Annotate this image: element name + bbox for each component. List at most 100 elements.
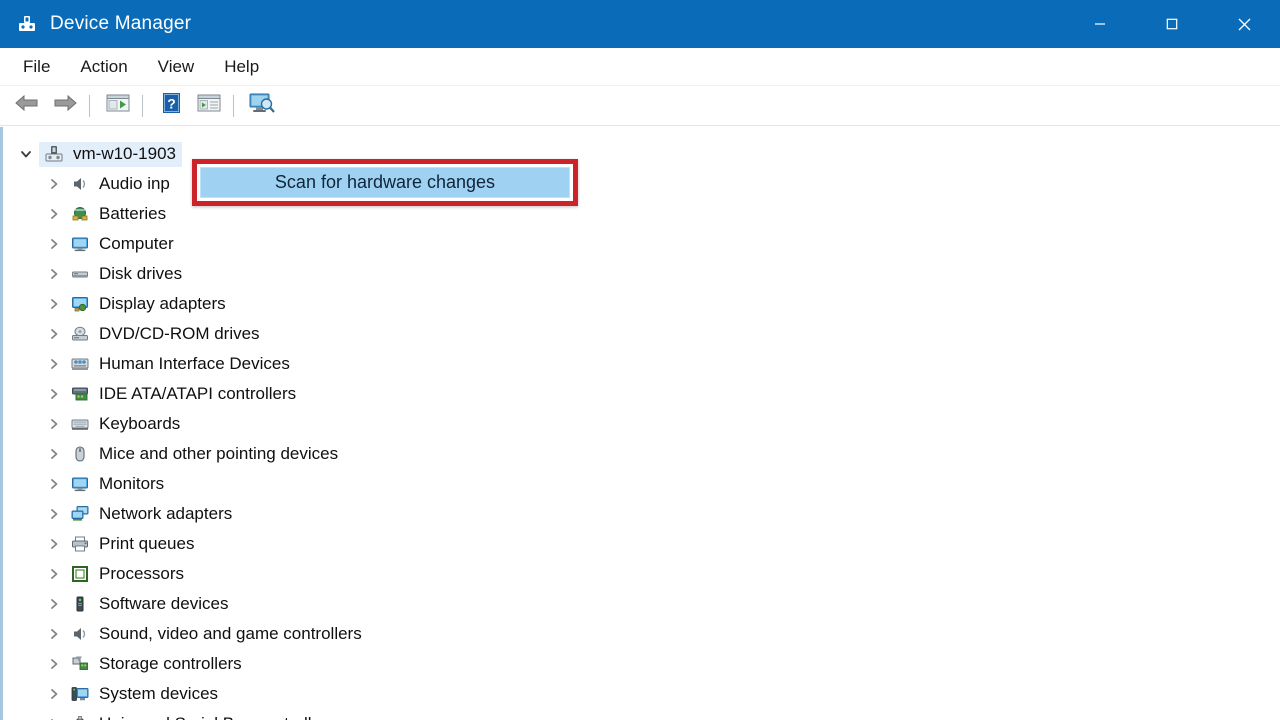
tree-item-sound-video-and-game-controllers[interactable]: Sound, video and game controllers xyxy=(3,619,1280,649)
ide-controller-icon xyxy=(67,385,93,403)
context-menu-highlight: Scan for hardware changes xyxy=(192,159,578,206)
tree-item-disk-drives[interactable]: Disk drives xyxy=(3,259,1280,289)
context-menu-item-scan-for-hardware-changes[interactable]: Scan for hardware changes xyxy=(200,167,570,198)
monitor-icon xyxy=(67,475,93,493)
tree-item-universal-serial-bus-controllers[interactable]: Universal Serial Bus controllers xyxy=(3,709,1280,720)
back-button[interactable] xyxy=(10,90,44,122)
toolbar-separator xyxy=(89,94,90,117)
svg-text:?: ? xyxy=(167,96,176,112)
chevron-right-icon[interactable] xyxy=(41,597,67,611)
tree-item-processors[interactable]: Processors xyxy=(3,559,1280,589)
printer-icon xyxy=(67,535,93,553)
chevron-right-icon[interactable] xyxy=(41,207,67,221)
tree-item-label: Software devices xyxy=(99,594,229,613)
chevron-down-icon[interactable] xyxy=(13,147,39,161)
tree-item-display-adapters[interactable]: Display adapters xyxy=(3,289,1280,319)
chevron-right-icon[interactable] xyxy=(41,357,67,371)
tree-item-dvd-cdrom-drives[interactable]: DVD/CD-ROM drives xyxy=(3,319,1280,349)
tree-item-label: Disk drives xyxy=(99,264,183,283)
tree-item-label: Batteries xyxy=(99,204,167,223)
chevron-right-icon[interactable] xyxy=(41,657,67,671)
menu-item-view[interactable]: View xyxy=(145,53,208,81)
tree-item-label: Mice and other pointing devices xyxy=(99,444,339,463)
software-device-icon xyxy=(67,595,93,613)
tree-item-label: Storage controllers xyxy=(99,654,242,673)
tree-item-label: Computer xyxy=(99,234,174,253)
tree-item-label: Human Interface Devices xyxy=(99,354,290,373)
tree-item-storage-controllers[interactable]: Storage controllers xyxy=(3,649,1280,679)
tree-item-human-interface-devices[interactable]: Human Interface Devices xyxy=(3,349,1280,379)
chevron-right-icon[interactable] xyxy=(41,327,67,341)
toolbar-separator xyxy=(233,94,234,117)
keyboard-icon xyxy=(67,415,93,433)
chevron-right-icon[interactable] xyxy=(41,297,67,311)
tree-root-selection[interactable]: vm-w10-1903 xyxy=(39,141,182,167)
tree-item-label: Universal Serial Bus controllers xyxy=(99,714,335,720)
chevron-right-icon[interactable] xyxy=(41,447,67,461)
maximize-button[interactable] xyxy=(1136,0,1208,48)
device-tree-panel[interactable]: vm-w10-1903 Audio inp Batteries Computer… xyxy=(0,127,1280,720)
computer-root-icon xyxy=(41,144,67,164)
chevron-right-icon[interactable] xyxy=(41,507,67,521)
menu-bar: File Action View Help xyxy=(0,48,1280,86)
chevron-right-icon[interactable] xyxy=(41,567,67,581)
tree-item-label: Processors xyxy=(99,564,185,583)
dvd-drive-icon xyxy=(67,325,93,343)
tree-item-computer[interactable]: Computer xyxy=(3,229,1280,259)
help-button[interactable]: ? xyxy=(154,90,188,122)
chevron-right-icon[interactable] xyxy=(41,387,67,401)
chevron-right-icon[interactable] xyxy=(41,627,67,641)
tree-item-label: Monitors xyxy=(99,474,165,493)
chevron-right-icon[interactable] xyxy=(41,477,67,491)
tree-item-network-adapters[interactable]: Network adapters xyxy=(3,499,1280,529)
window-controls xyxy=(1064,0,1280,48)
hid-icon xyxy=(67,355,93,373)
device-manager-icon xyxy=(16,13,38,35)
chevron-right-icon[interactable] xyxy=(41,687,67,701)
computer-icon xyxy=(67,235,93,253)
mouse-icon xyxy=(67,445,93,463)
console-tree-icon xyxy=(106,93,130,118)
menu-item-file[interactable]: File xyxy=(10,53,63,81)
display-adapter-icon xyxy=(67,295,93,313)
tree-item-label: Keyboards xyxy=(99,414,181,433)
menu-item-help[interactable]: Help xyxy=(211,53,272,81)
help-question-icon: ? xyxy=(162,92,181,119)
system-device-icon xyxy=(67,685,93,703)
tree-item-system-devices[interactable]: System devices xyxy=(3,679,1280,709)
chevron-right-icon[interactable] xyxy=(41,177,67,191)
scan-monitor-icon xyxy=(249,92,275,119)
tree-item-ide-ata-atapi-controllers[interactable]: IDE ATA/ATAPI controllers xyxy=(3,379,1280,409)
tree-item-label: Network adapters xyxy=(99,504,233,523)
close-button[interactable] xyxy=(1208,0,1280,48)
show-hide-console-tree-button[interactable] xyxy=(101,90,135,122)
menu-item-action[interactable]: Action xyxy=(67,53,140,81)
chevron-right-icon[interactable] xyxy=(41,537,67,551)
usb-controller-icon xyxy=(67,715,93,720)
network-adapter-icon xyxy=(67,505,93,523)
minimize-button[interactable] xyxy=(1064,0,1136,48)
tree-item-software-devices[interactable]: Software devices xyxy=(3,589,1280,619)
tree-item-label: Audio inp xyxy=(99,174,170,193)
toolbar-separator xyxy=(142,94,143,117)
toolbar: ? xyxy=(0,86,1280,126)
device-tree: vm-w10-1903 Audio inp Batteries Computer… xyxy=(3,127,1280,720)
chevron-right-icon[interactable] xyxy=(41,417,67,431)
chevron-right-icon[interactable] xyxy=(41,237,67,251)
speaker-icon xyxy=(67,175,93,193)
tree-item-keyboards[interactable]: Keyboards xyxy=(3,409,1280,439)
tree-item-label: IDE ATA/ATAPI controllers xyxy=(99,384,297,403)
chevron-right-icon[interactable] xyxy=(41,267,67,281)
tree-item-label: System devices xyxy=(99,684,219,703)
tree-item-label: Print queues xyxy=(99,534,195,553)
context-menu-item-label: Scan for hardware changes xyxy=(274,172,496,192)
forward-arrow-icon xyxy=(52,93,78,118)
properties-button[interactable] xyxy=(192,90,226,122)
tree-item-mice-and-other-pointing-devices[interactable]: Mice and other pointing devices xyxy=(3,439,1280,469)
scan-for-hardware-changes-button[interactable] xyxy=(245,90,279,122)
tree-item-print-queues[interactable]: Print queues xyxy=(3,529,1280,559)
tree-item-monitors[interactable]: Monitors xyxy=(3,469,1280,499)
title-bar: Device Manager xyxy=(0,0,1280,48)
tree-item-label: Sound, video and game controllers xyxy=(99,624,362,643)
forward-button[interactable] xyxy=(48,90,82,122)
